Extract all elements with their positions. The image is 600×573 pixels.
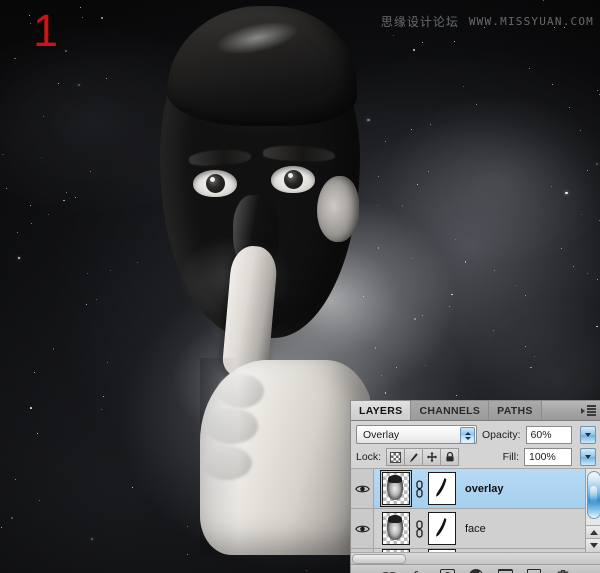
fx-icon: fx — [413, 568, 424, 573]
fill-label: Fill: — [502, 451, 519, 463]
lock-image-pixels-button[interactable] — [405, 449, 424, 465]
eye-icon — [354, 483, 370, 494]
lock-row: Lock: Fill: 100% — [351, 446, 600, 469]
tab-paths-label: PATHS — [497, 404, 533, 417]
link-layers-button[interactable] — [381, 568, 397, 573]
new-adjustment-layer-button[interactable] — [468, 568, 484, 573]
move-icon — [426, 451, 437, 463]
tab-layers[interactable]: LAYERS — [351, 401, 412, 420]
layer-row-overlay[interactable]: overlay — [351, 469, 600, 509]
eye-icon — [354, 523, 370, 534]
panel-footer: fx — [351, 564, 600, 573]
iris-right — [284, 170, 303, 189]
watermark: 思缘设计论坛 WWW.MISSYUAN.COM — [381, 13, 594, 30]
panel-menu-icon[interactable] — [581, 404, 597, 417]
portrait-composite — [105, 0, 370, 555]
hamburger-icon — [587, 405, 596, 416]
layer-visibility-toggle-overlay[interactable] — [351, 469, 374, 508]
new-layer-icon — [527, 569, 541, 573]
blend-mode-value: Overlay — [363, 428, 400, 441]
layer-mask-thumbnail-overlay[interactable] — [428, 472, 456, 505]
new-group-button[interactable] — [497, 568, 513, 573]
new-layer-button[interactable] — [526, 568, 542, 573]
half-circle-icon — [469, 568, 483, 573]
chevron-icon — [581, 407, 585, 414]
layer-name-overlay[interactable]: overlay — [465, 483, 504, 495]
scroll-down-button[interactable] — [586, 538, 600, 552]
fill-value: 100% — [529, 451, 556, 463]
opacity-slider-button[interactable] — [580, 425, 596, 444]
lock-transparent-pixels-button[interactable] — [387, 449, 406, 465]
lock-all-button[interactable] — [441, 449, 459, 465]
watermark-chinese: 思缘设计论坛 — [380, 15, 459, 29]
brush-stroke-icon — [436, 518, 447, 537]
hscrollbar-thumb[interactable] — [352, 554, 406, 564]
lock-label: Lock: — [356, 451, 382, 463]
thumbnail-face — [387, 475, 403, 500]
opacity-value: 60% — [530, 428, 552, 441]
fist-shading — [200, 358, 370, 555]
tab-layers-label: LAYERS — [359, 404, 403, 417]
folder-icon — [497, 569, 513, 573]
screenshot-root: 1 思缘设计论坛 WWW.MISSYUAN.COM LAYERS CHANNEL… — [0, 0, 600, 573]
eye-left — [193, 170, 237, 197]
scroll-up-button[interactable] — [586, 525, 600, 539]
layer-name-face[interactable]: face — [465, 523, 486, 535]
layer-list-hscrollbar[interactable] — [351, 552, 600, 564]
link-icon[interactable] — [413, 478, 425, 500]
blend-mode-row: Overlay Opacity: 60% — [351, 421, 600, 446]
brush-stroke-icon — [436, 478, 447, 497]
opacity-input[interactable]: 60% — [525, 425, 573, 444]
tab-paths[interactable]: PATHS — [489, 401, 542, 420]
checkerboard-icon — [390, 451, 402, 463]
opacity-label: Opacity: — [482, 428, 521, 441]
layer-style-button[interactable]: fx — [410, 568, 426, 573]
blend-mode-select[interactable]: Overlay — [356, 425, 477, 444]
layer-thumbnail-face[interactable] — [382, 512, 410, 545]
eye-right — [271, 166, 315, 193]
fill-slider-button[interactable] — [580, 448, 596, 466]
layer-row-face[interactable]: face — [351, 509, 600, 549]
iris-left — [206, 174, 225, 193]
delete-layer-button[interactable] — [555, 568, 571, 573]
layer-list: overlay face — [351, 469, 600, 552]
layer-mask-thumbnail-face[interactable] — [428, 512, 456, 545]
thumbnail-face — [387, 515, 403, 540]
blend-mode-stepper-icon[interactable] — [460, 427, 475, 444]
link-icon[interactable] — [413, 518, 425, 540]
tab-channels-label: CHANNELS — [419, 404, 481, 417]
add-layer-mask-button[interactable] — [439, 568, 455, 573]
layer-list-scrollbar[interactable] — [585, 469, 600, 552]
watermark-url: WWW.MISSYUAN.COM — [468, 15, 594, 28]
scrollbar-thumb[interactable] — [587, 471, 600, 519]
lock-icon — [446, 451, 454, 462]
brush-icon — [409, 453, 418, 462]
trash-icon — [557, 570, 569, 573]
scrollbar-track[interactable] — [586, 469, 600, 526]
tab-channels[interactable]: CHANNELS — [411, 401, 490, 420]
layer-visibility-toggle-face[interactable] — [351, 509, 374, 548]
step-number-marker: 1 — [33, 5, 59, 56]
lock-button-group — [386, 448, 460, 466]
layers-panel: LAYERS CHANNELS PATHS Overlay Opacity: 6… — [350, 400, 600, 573]
lock-position-button[interactable] — [423, 449, 442, 465]
layer-thumbnail-overlay[interactable] — [379, 469, 413, 508]
panel-tab-bar: LAYERS CHANNELS PATHS — [351, 401, 600, 421]
mask-icon — [439, 569, 455, 573]
fill-input[interactable]: 100% — [524, 448, 572, 466]
